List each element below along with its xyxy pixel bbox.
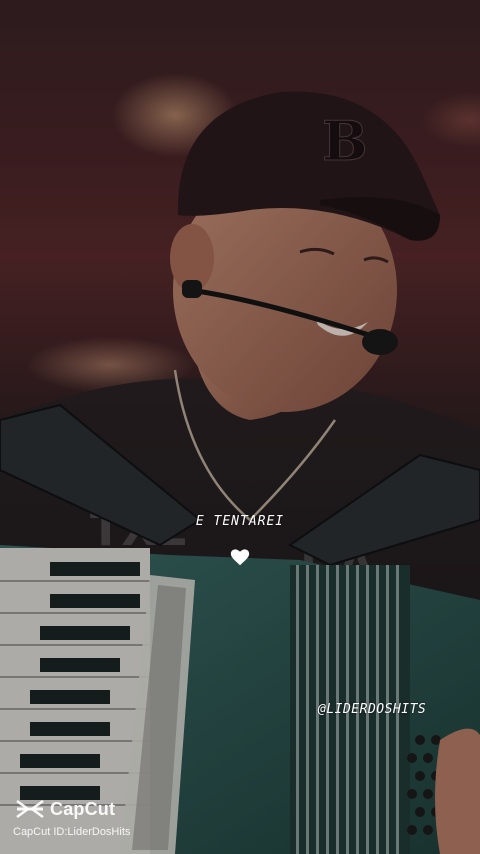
lyric-caption: E TENTAREI xyxy=(195,514,285,529)
capcut-watermark: CapCut xyxy=(14,797,115,821)
singer-photo: TXE DA B xyxy=(0,0,480,854)
heart-icon xyxy=(230,549,250,566)
capcut-brand-name: CapCut xyxy=(50,798,116,819)
video-frame: TXE DA B xyxy=(0,0,480,854)
watermark-handle: @LIDERDOSHITS xyxy=(318,702,427,717)
capcut-id-text: CapCut ID:LiderDosHits xyxy=(13,826,131,838)
capcut-logo-icon xyxy=(16,799,44,819)
